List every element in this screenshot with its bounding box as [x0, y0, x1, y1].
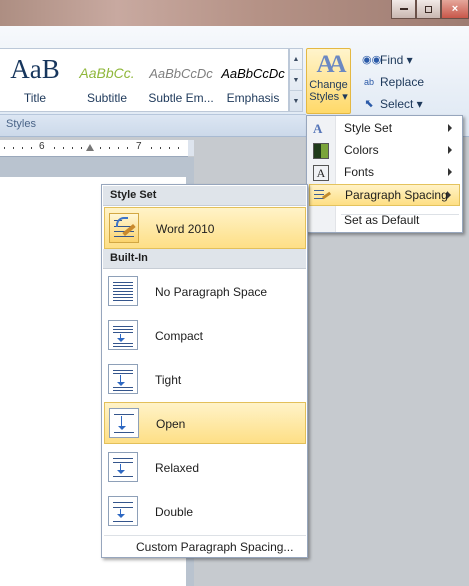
menu-item-set-as-default[interactable]: Set as Default [309, 210, 460, 232]
gallery-more-icon[interactable]: ▼ [290, 91, 302, 112]
fonts-icon: A [313, 165, 329, 181]
submenu-arrow-icon [448, 168, 452, 176]
menu-item-colors[interactable]: Colors [309, 140, 460, 162]
change-styles-icon: AA [316, 51, 346, 78]
styles-group-label: Styles [6, 118, 36, 130]
gallery-down-icon[interactable]: ▼ [290, 70, 302, 91]
ruler-label: 6 [39, 141, 45, 152]
replace-button[interactable]: ab Replace [362, 72, 424, 92]
style-label: Emphasis [226, 91, 280, 105]
menu-item-style-set[interactable]: A Style Set [309, 118, 460, 140]
spacing-relaxed[interactable]: Relaxed [104, 447, 306, 489]
spacing-label: No Paragraph Space [155, 285, 268, 299]
horizontal-ruler[interactable]: 6 7 [0, 140, 188, 157]
style-sample: AaBbCcDc [149, 66, 213, 81]
style-set-icon: A [313, 121, 323, 136]
no-paragraph-space-icon [108, 276, 138, 306]
style-sample: AaB [10, 54, 60, 84]
style-emphasis[interactable]: AaBbCcDc Emphasis [218, 49, 288, 111]
spacing-no-paragraph-space[interactable]: No Paragraph Space [104, 271, 306, 313]
colors-icon [313, 143, 329, 159]
change-styles-label-2: Styles ▾ [309, 91, 348, 103]
style-label: Subtitle [86, 91, 128, 105]
style-subtitle[interactable]: AaBbCc. Subtitle [72, 49, 142, 111]
relaxed-spacing-icon [108, 452, 138, 482]
styles-group-bar: Styles [0, 114, 306, 136]
menu-item-paragraph-spacing[interactable]: Paragraph Spacing [309, 184, 460, 206]
spacing-label: Relaxed [155, 461, 200, 475]
minimize-icon [399, 8, 408, 10]
spacing-label: Tight [155, 373, 182, 387]
spacing-compact[interactable]: Compact [104, 315, 306, 357]
menu-separator [104, 535, 306, 536]
spacing-label: Double [155, 505, 194, 519]
restore-icon [425, 5, 432, 13]
section-header-style-set: Style Set [103, 186, 306, 206]
ruler-label: 7 [136, 141, 142, 152]
menu-item-label: Set as Default [344, 213, 420, 227]
restore-button[interactable] [416, 0, 441, 19]
menu-item-label: Colors [344, 143, 379, 157]
submenu-arrow-icon [448, 124, 452, 132]
gallery-scroll: ▲ ▼ ▼ [289, 48, 303, 112]
close-icon: × [451, 3, 459, 15]
replace-label: Replace [380, 75, 425, 89]
menu-item-label: Paragraph Spacing [345, 188, 448, 202]
spacing-label: Word 2010 [156, 222, 215, 236]
submenu-arrow-icon [448, 146, 452, 154]
select-button[interactable]: ⬉ Select ▾ [362, 94, 423, 114]
menu-item-fonts[interactable]: A Fonts [309, 162, 460, 184]
change-styles-label-1: Change [309, 79, 348, 91]
select-label: Select ▾ [380, 97, 423, 111]
style-subtle-emphasis[interactable]: AaBbCcDc Subtle Em... [146, 49, 216, 111]
ruler-indent-marker[interactable] [86, 144, 94, 151]
spacing-tight[interactable]: Tight [104, 359, 306, 401]
replace-icon: ab [363, 77, 374, 87]
change-styles-button[interactable]: AA Change Styles ▾ [306, 48, 351, 114]
spacing-label: Compact [155, 329, 204, 343]
style-sample: AaBbCcDc [221, 66, 285, 81]
change-styles-menu: A Style Set Colors A Fonts Paragraph Spa… [306, 115, 463, 233]
style-label: Subtle Em... [148, 91, 214, 105]
menu-item-label: Fonts [344, 165, 375, 179]
find-label: Find ▾ [380, 53, 413, 67]
close-button[interactable]: × [441, 0, 469, 19]
minimize-button[interactable] [391, 0, 416, 19]
custom-paragraph-spacing[interactable]: Custom Paragraph Spacing... [136, 540, 293, 554]
paragraph-spacing-icon [314, 188, 332, 204]
paragraph-spacing-menu: Style Set Word 2010 Built-In No Paragrap… [101, 184, 308, 558]
spacing-open[interactable]: Open [104, 402, 306, 444]
spacing-double[interactable]: Double [104, 491, 306, 533]
title-bar: × [0, 0, 469, 26]
double-spacing-icon [108, 496, 138, 526]
tight-spacing-icon [108, 364, 138, 394]
style-sample: AaBbCc. [79, 65, 135, 81]
style-title[interactable]: AaB Title [0, 49, 70, 111]
find-button[interactable]: ◉◉ Find ▾ [362, 50, 413, 70]
section-header-built-in: Built-In [103, 249, 306, 269]
gallery-up-icon[interactable]: ▲ [290, 49, 302, 70]
style-label: Title [23, 91, 47, 105]
submenu-arrow-icon [447, 191, 451, 199]
menu-item-label: Style Set [344, 121, 393, 135]
binoculars-icon: ◉◉ [362, 54, 382, 66]
quick-styles-gallery: AaB Title AaBbCc. Subtitle AaBbCcDc Subt… [0, 48, 289, 112]
word-2010-icon [109, 213, 139, 243]
open-spacing-icon [109, 408, 139, 438]
compact-spacing-icon [108, 320, 138, 350]
select-cursor-icon: ⬉ [364, 98, 374, 110]
spacing-word-2010[interactable]: Word 2010 [104, 207, 306, 249]
spacing-label: Open [156, 417, 186, 431]
